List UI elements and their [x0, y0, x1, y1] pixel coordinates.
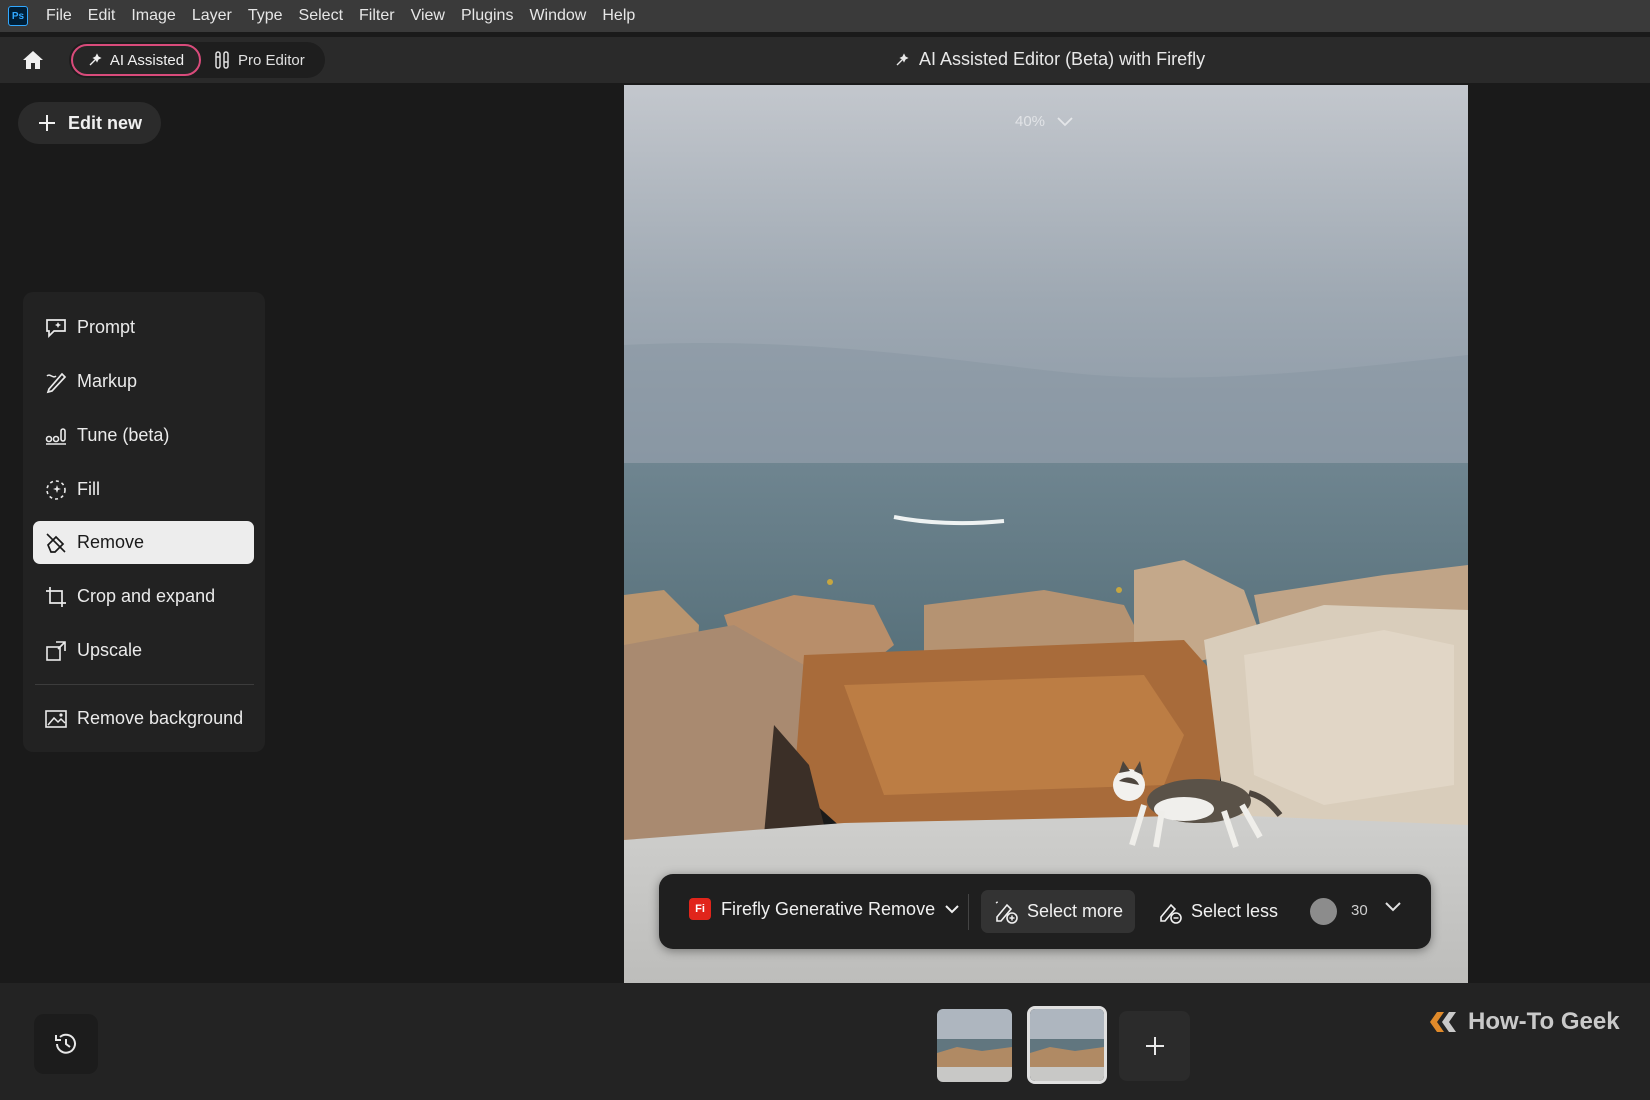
- remove-icon: [43, 530, 69, 556]
- edit-new-button[interactable]: Edit new: [18, 102, 161, 144]
- select-less-label: Select less: [1191, 901, 1279, 921]
- remove-toolbar: Fi Firefly Generative Remove Select more…: [659, 874, 1431, 949]
- ai-assisted-mode-button[interactable]: AI Assisted: [71, 44, 201, 76]
- sparkle-icon: [89, 53, 102, 66]
- tools-panel: Prompt Markup Tune (beta) Fill Remove Cr…: [23, 292, 265, 752]
- editor-title-text: AI Assisted Editor (Beta) with Firefly: [919, 49, 1206, 69]
- menu-view[interactable]: View: [411, 7, 445, 25]
- how-to-geek-watermark: How-To Geek: [1428, 1008, 1620, 1036]
- tool-prompt[interactable]: Prompt: [33, 306, 254, 349]
- menu-select[interactable]: Select: [299, 7, 343, 25]
- zoom-level: 40%: [1015, 113, 1046, 130]
- tools-divider: [35, 684, 254, 685]
- plus-icon: [1145, 1037, 1164, 1055]
- select-more-button[interactable]: Select more: [981, 890, 1135, 933]
- tool-crop-and-expand[interactable]: Crop and expand: [33, 575, 254, 618]
- zoom-control[interactable]: 40%: [1015, 113, 1073, 130]
- watermark-text: How-To Geek: [1468, 1008, 1620, 1035]
- menu-layer[interactable]: Layer: [192, 7, 232, 25]
- brush-size-preview[interactable]: [1310, 898, 1337, 925]
- home-icon: [23, 51, 43, 69]
- editor-mode-switch: AI Assisted Pro Editor: [69, 42, 325, 78]
- menu-filter[interactable]: Filter: [359, 7, 395, 25]
- tool-label: Markup: [77, 371, 138, 391]
- prompt-icon: [43, 315, 69, 341]
- select-less-button[interactable]: Select less: [1157, 890, 1278, 933]
- select-more-label: Select more: [1027, 901, 1124, 921]
- sliders-icon: [215, 51, 229, 69]
- tool-fill[interactable]: Fill: [33, 468, 254, 511]
- brush-size-value: 30: [1351, 902, 1368, 919]
- add-image-button[interactable]: [1119, 1011, 1190, 1081]
- top-bar: AI Assisted Pro Editor AI Assisted Edito…: [0, 37, 1650, 83]
- menu-image[interactable]: Image: [131, 7, 175, 25]
- menu-edit[interactable]: Edit: [88, 7, 116, 25]
- chevron-down-icon: [945, 904, 959, 913]
- remove-background-icon: [43, 706, 69, 732]
- tool-label: Crop and expand: [77, 586, 216, 606]
- edit-new-label: Edit new: [68, 112, 143, 133]
- tool-remove[interactable]: Remove: [33, 521, 254, 564]
- fill-icon: [43, 477, 69, 503]
- sparkle-icon: [896, 52, 909, 65]
- firefly-icon: Fi: [689, 898, 711, 920]
- tool-upscale[interactable]: Upscale: [33, 629, 254, 672]
- photoshop-logo: Ps: [8, 6, 28, 26]
- tool-label: Remove: [77, 532, 145, 552]
- menu-bar: Ps File Edit Image Layer Type Select Fil…: [0, 0, 1650, 32]
- bottom-strip: [0, 983, 1650, 1100]
- tool-label: Prompt: [77, 317, 136, 337]
- plus-icon: [39, 115, 55, 131]
- menu-help[interactable]: Help: [602, 7, 635, 25]
- image-thumbnail-selected[interactable]: [1027, 1006, 1107, 1084]
- tool-remove-background[interactable]: Remove background: [33, 697, 254, 740]
- menu-plugins[interactable]: Plugins: [461, 7, 513, 25]
- beach-photo: [624, 85, 1468, 983]
- tool-label: Tune (beta): [77, 425, 170, 445]
- markup-icon: [43, 369, 69, 395]
- how-to-geek-logo-icon: [1430, 1012, 1456, 1032]
- image-canvas[interactable]: [624, 85, 1468, 983]
- home-button[interactable]: [20, 47, 46, 73]
- chevron-down-icon: [1057, 116, 1073, 126]
- history-button[interactable]: [34, 1014, 98, 1074]
- select-more-icon: [995, 899, 1018, 924]
- tune-icon: [43, 423, 69, 449]
- history-icon: [55, 1033, 76, 1054]
- menu-window[interactable]: Window: [529, 7, 586, 25]
- generative-model-dropdown[interactable]: Fi Firefly Generative Remove: [689, 898, 959, 920]
- thumbnail-preview: [937, 1009, 1012, 1082]
- ai-assisted-label: AI Assisted: [109, 51, 185, 69]
- pro-editor-label: Pro Editor: [238, 51, 305, 69]
- menu-type[interactable]: Type: [248, 7, 283, 25]
- thumbnail-preview: [1030, 1009, 1104, 1081]
- generative-model-label: Firefly Generative Remove: [721, 898, 936, 919]
- upscale-icon: [43, 638, 69, 664]
- tool-label: Remove background: [77, 708, 244, 728]
- crop-icon: [43, 584, 69, 610]
- tool-markup[interactable]: Markup: [33, 360, 254, 403]
- toolbar-divider: [968, 894, 969, 930]
- image-thumbnail[interactable]: [937, 1009, 1012, 1082]
- select-less-icon: [1160, 903, 1182, 924]
- tool-tune[interactable]: Tune (beta): [33, 414, 254, 457]
- tool-label: Upscale: [77, 640, 143, 660]
- editor-title: AI Assisted Editor (Beta) with Firefly: [895, 49, 1205, 70]
- tool-label: Fill: [77, 479, 100, 499]
- menu-file[interactable]: File: [46, 7, 72, 25]
- pro-editor-mode-button[interactable]: Pro Editor: [214, 44, 322, 76]
- chevron-down-icon[interactable]: [1385, 902, 1401, 912]
